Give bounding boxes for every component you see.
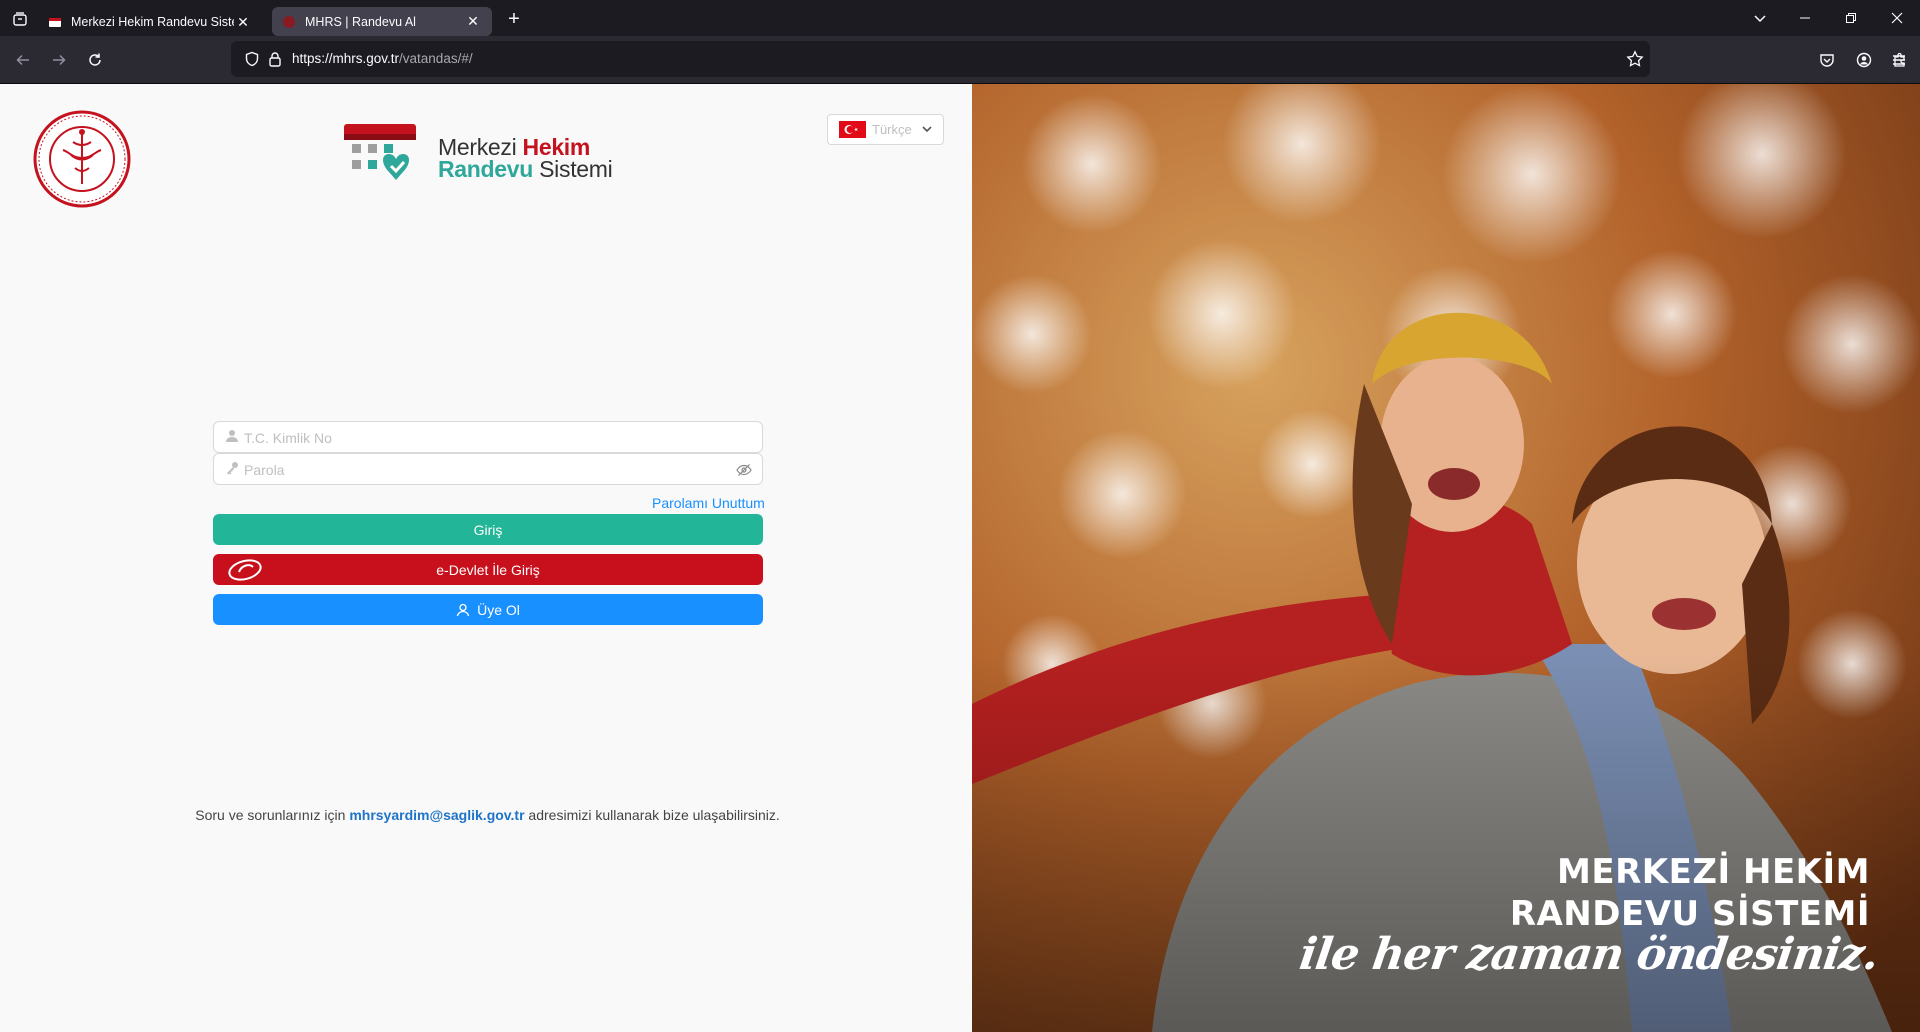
forgot-password-link[interactable]: Parolamı Unuttum: [652, 495, 765, 511]
tab-title: MHRS | Randevu Al: [305, 14, 416, 29]
edevlet-logo-icon: [225, 556, 265, 583]
login-button[interactable]: Giriş: [213, 514, 763, 545]
logo-text-randevu: Randevu: [438, 156, 534, 182]
key-icon: [225, 461, 239, 475]
minimize-button[interactable]: [1782, 0, 1828, 36]
logo-text-sistemi: Sistemi: [533, 156, 613, 182]
tab-mhrs-randevu-al[interactable]: MHRS | Randevu Al ✕: [272, 7, 492, 36]
language-select[interactable]: Türkçe: [827, 114, 944, 145]
browser-tabbar: Merkezi Hekim Randevu Sistemi ✕ MHRS | R…: [0, 0, 1920, 36]
register-button[interactable]: Üye Ol: [213, 594, 763, 625]
restore-button[interactable]: [1828, 0, 1874, 36]
address-bar[interactable]: https://mhrs.gov.tr/vatandas/#/: [231, 41, 1650, 77]
edevlet-button-label: e-Devlet İle Giriş: [436, 561, 540, 578]
hero-image: MERKEZİ HEKİM RANDEVU SİSTEMİ ile her za…: [972, 84, 1920, 1032]
pocket-icon[interactable]: [1813, 46, 1841, 74]
register-button-label: Üye Ol: [477, 601, 520, 618]
ministry-seal-logo: [33, 110, 131, 208]
hero-slogan-title: MERKEZİ HEKİM RANDEVU SİSTEMİ: [1510, 851, 1870, 935]
login-pane: Merkezi Hekim Randevu Sistemi Türkçe T.C…: [0, 84, 972, 1032]
close-window-button[interactable]: [1874, 0, 1920, 36]
user-outline-icon: [456, 603, 470, 617]
tab-list-icon[interactable]: [8, 8, 32, 30]
contact-prefix: Soru ve sorunlarınız için: [195, 807, 350, 823]
account-icon[interactable]: [1850, 46, 1878, 74]
contact-info: Soru ve sorunlarınız için mhrsyardim@sag…: [0, 807, 975, 823]
app-menu-icon[interactable]: [1885, 46, 1913, 74]
tab-title: Merkezi Hekim Randevu Sistemi: [71, 15, 234, 29]
tab-close-icon[interactable]: ✕: [234, 13, 252, 31]
url-text[interactable]: https://mhrs.gov.tr/vatandas/#/: [292, 51, 473, 66]
tab-merkezi-hekim[interactable]: Merkezi Hekim Randevu Sistemi ✕: [38, 4, 262, 40]
url-host: https://mhrs.gov.tr: [292, 51, 400, 66]
back-arrow-icon[interactable]: [9, 46, 37, 74]
chevron-down-icon: [921, 123, 933, 138]
new-tab-button[interactable]: +: [503, 9, 525, 31]
mhrs-logo-text: Merkezi Hekim Randevu Sistemi: [438, 136, 613, 182]
page-content: Merkezi Hekim Randevu Sistemi Türkçe T.C…: [0, 84, 1920, 1032]
user-icon: [225, 429, 239, 443]
mhrs-favicon-icon: [48, 15, 62, 29]
tc-kimlik-field[interactable]: [213, 421, 763, 453]
mhrs-favicon-icon: [282, 15, 296, 29]
password-input[interactable]: [244, 460, 724, 480]
hero-slogan-script: ile her zaman öndesiniz.: [1296, 929, 1882, 980]
url-path: /vatandas/#/: [399, 51, 473, 66]
contact-suffix: adresimizi kullanarak bize ulaşabilirsin…: [524, 807, 780, 823]
reload-icon[interactable]: [81, 46, 109, 74]
tab-close-icon[interactable]: ✕: [464, 13, 482, 31]
tc-kimlik-input[interactable]: [244, 428, 724, 448]
password-field[interactable]: [213, 453, 763, 485]
eye-slash-icon[interactable]: [736, 462, 752, 478]
tracking-shield-icon[interactable]: [244, 51, 260, 72]
tab-overflow-chevron-icon[interactable]: [1737, 0, 1783, 36]
browser-navbar: https://mhrs.gov.tr/vatandas/#/: [0, 36, 1920, 84]
bookmark-star-icon[interactable]: [1626, 50, 1644, 73]
support-email-link[interactable]: mhrsyardim@saglik.gov.tr: [349, 807, 524, 823]
edevlet-login-button[interactable]: e-Devlet İle Giriş: [213, 554, 763, 585]
hero-slogan-line1: MERKEZİ HEKİM: [1557, 852, 1870, 892]
lock-icon[interactable]: [268, 51, 282, 72]
forward-arrow-icon[interactable]: [45, 46, 73, 74]
login-button-label: Giriş: [473, 521, 503, 538]
language-label: Türkçe: [872, 122, 912, 137]
turkey-flag-icon: [839, 121, 866, 138]
